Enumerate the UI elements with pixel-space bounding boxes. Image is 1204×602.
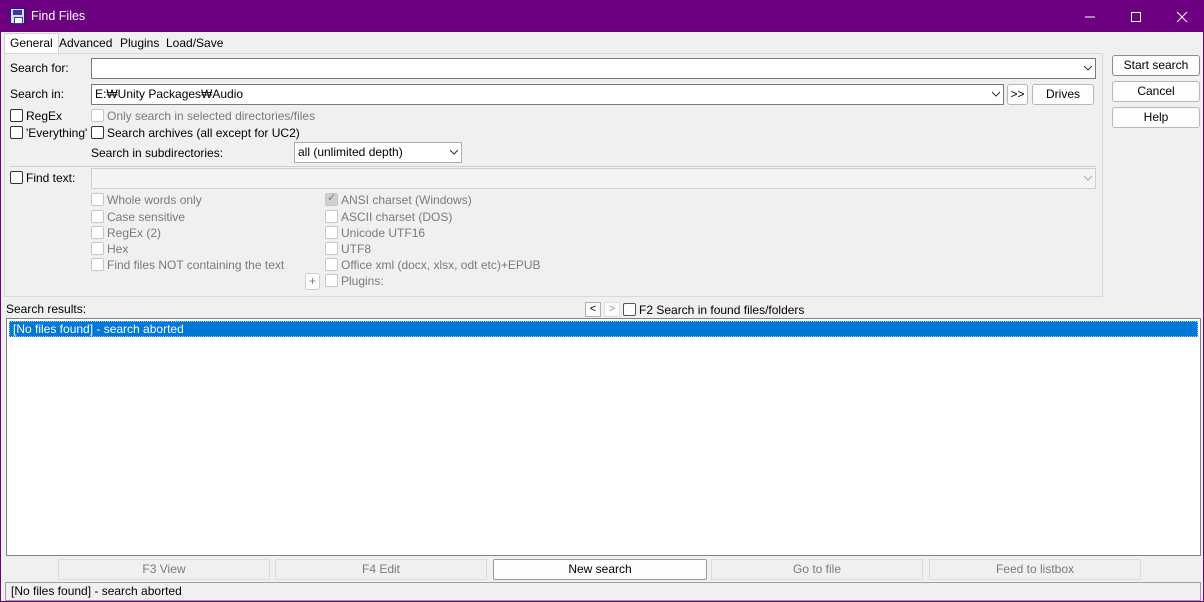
- regex2-label: RegEx (2): [107, 226, 162, 240]
- f2-search-label: F2 Search in found files/folders: [639, 303, 805, 317]
- status-bar: [No files found] - search aborted: [5, 582, 1201, 601]
- chevron-down-icon[interactable]: [450, 148, 458, 156]
- divider: [10, 166, 1096, 167]
- prev-result-button[interactable]: <: [585, 302, 601, 317]
- not-containing-label: Find files NOT containing the text: [107, 258, 285, 272]
- regex-checkbox[interactable]: [10, 109, 23, 122]
- more-button[interactable]: >>: [1007, 84, 1028, 105]
- search-in-value: E:₩Unity Packages₩Audio: [95, 87, 244, 101]
- subdirs-label: Search in subdirectories:: [91, 146, 224, 160]
- feed-to-listbox-button[interactable]: Feed to listbox: [929, 559, 1141, 580]
- maximize-icon[interactable]: [1113, 1, 1159, 32]
- subdirs-value: all (unlimited depth): [298, 145, 403, 159]
- title-bar[interactable]: Find Files: [1, 1, 1203, 32]
- find-text-input[interactable]: [91, 168, 1096, 189]
- tab-general[interactable]: General: [4, 33, 59, 54]
- search-archives-label: Search archives (all except for UC2): [107, 126, 300, 140]
- plugins-label: Plugins:: [341, 274, 384, 288]
- help-button[interactable]: Help: [1112, 107, 1200, 128]
- only-selected-label: Only search in selected directories/file…: [107, 109, 316, 123]
- not-containing-checkbox[interactable]: [91, 258, 104, 271]
- find-text-label: Find text:: [26, 171, 76, 185]
- cancel-button[interactable]: Cancel: [1112, 81, 1200, 102]
- window-title: Find Files: [31, 9, 86, 23]
- floppy-disk-icon: [10, 8, 25, 24]
- results-listbox[interactable]: [No files found] - search aborted: [6, 318, 1201, 556]
- case-sensitive-checkbox[interactable]: [91, 210, 104, 223]
- f2-search-checkbox[interactable]: [623, 303, 636, 316]
- start-search-button[interactable]: Start search: [1112, 55, 1200, 76]
- chevron-down-icon[interactable]: [1084, 174, 1092, 182]
- list-item[interactable]: [No files found] - search aborted: [9, 321, 1198, 337]
- utf16-label: Unicode UTF16: [341, 226, 426, 240]
- chevron-down-icon[interactable]: [1084, 64, 1092, 72]
- chevron-down-icon[interactable]: [992, 90, 1000, 98]
- close-icon[interactable]: [1159, 1, 1203, 32]
- next-result-button[interactable]: >: [604, 302, 620, 317]
- utf8-checkbox[interactable]: [325, 242, 338, 255]
- office-xml-label: Office xml (docx, xlsx, odt etc)+EPUB: [341, 258, 541, 272]
- tab-load-save[interactable]: Load/Save: [161, 34, 228, 53]
- tab-plugins[interactable]: Plugins: [115, 34, 164, 53]
- new-search-button[interactable]: New search: [493, 559, 707, 580]
- ascii-checkbox[interactable]: [325, 210, 338, 223]
- drives-button[interactable]: Drives: [1032, 84, 1094, 105]
- ascii-label: ASCII charset (DOS): [341, 210, 453, 224]
- whole-words-label: Whole words only: [107, 193, 202, 207]
- ansi-checkbox[interactable]: [325, 191, 338, 206]
- everything-label: 'Everything': [26, 126, 88, 140]
- subdirs-select[interactable]: all (unlimited depth): [294, 142, 462, 163]
- search-results-label: Search results:: [6, 302, 87, 316]
- tab-advanced[interactable]: Advanced: [54, 34, 117, 53]
- only-selected-checkbox[interactable]: [91, 109, 104, 122]
- search-in-label: Search in:: [10, 87, 65, 101]
- utf16-checkbox[interactable]: [325, 226, 338, 239]
- utf8-label: UTF8: [341, 242, 371, 256]
- regex-label: RegEx: [26, 109, 63, 123]
- office-xml-checkbox[interactable]: [325, 258, 338, 271]
- plugins-checkbox[interactable]: [325, 274, 338, 287]
- ansi-label: ANSI charset (Windows): [341, 193, 472, 207]
- search-in-input[interactable]: E:₩Unity Packages₩Audio: [91, 84, 1004, 105]
- f3-view-button[interactable]: F3 View: [58, 559, 270, 580]
- search-for-label: Search for:: [10, 61, 69, 75]
- hex-checkbox[interactable]: [91, 242, 104, 255]
- f4-edit-button[interactable]: F4 Edit: [275, 559, 487, 580]
- search-for-input[interactable]: [91, 58, 1096, 79]
- plus-button[interactable]: +: [305, 273, 320, 290]
- everything-checkbox[interactable]: [10, 126, 23, 139]
- find-files-window: Find Files General Advanced Plugins Load…: [0, 0, 1204, 602]
- case-sensitive-label: Case sensitive: [107, 210, 186, 224]
- hex-label: Hex: [107, 242, 129, 256]
- go-to-file-button[interactable]: Go to file: [711, 559, 923, 580]
- whole-words-checkbox[interactable]: [91, 193, 104, 206]
- find-text-checkbox[interactable]: [10, 171, 23, 184]
- minimize-icon[interactable]: [1067, 1, 1113, 32]
- search-archives-checkbox[interactable]: [91, 126, 104, 139]
- regex2-checkbox[interactable]: [91, 226, 104, 239]
